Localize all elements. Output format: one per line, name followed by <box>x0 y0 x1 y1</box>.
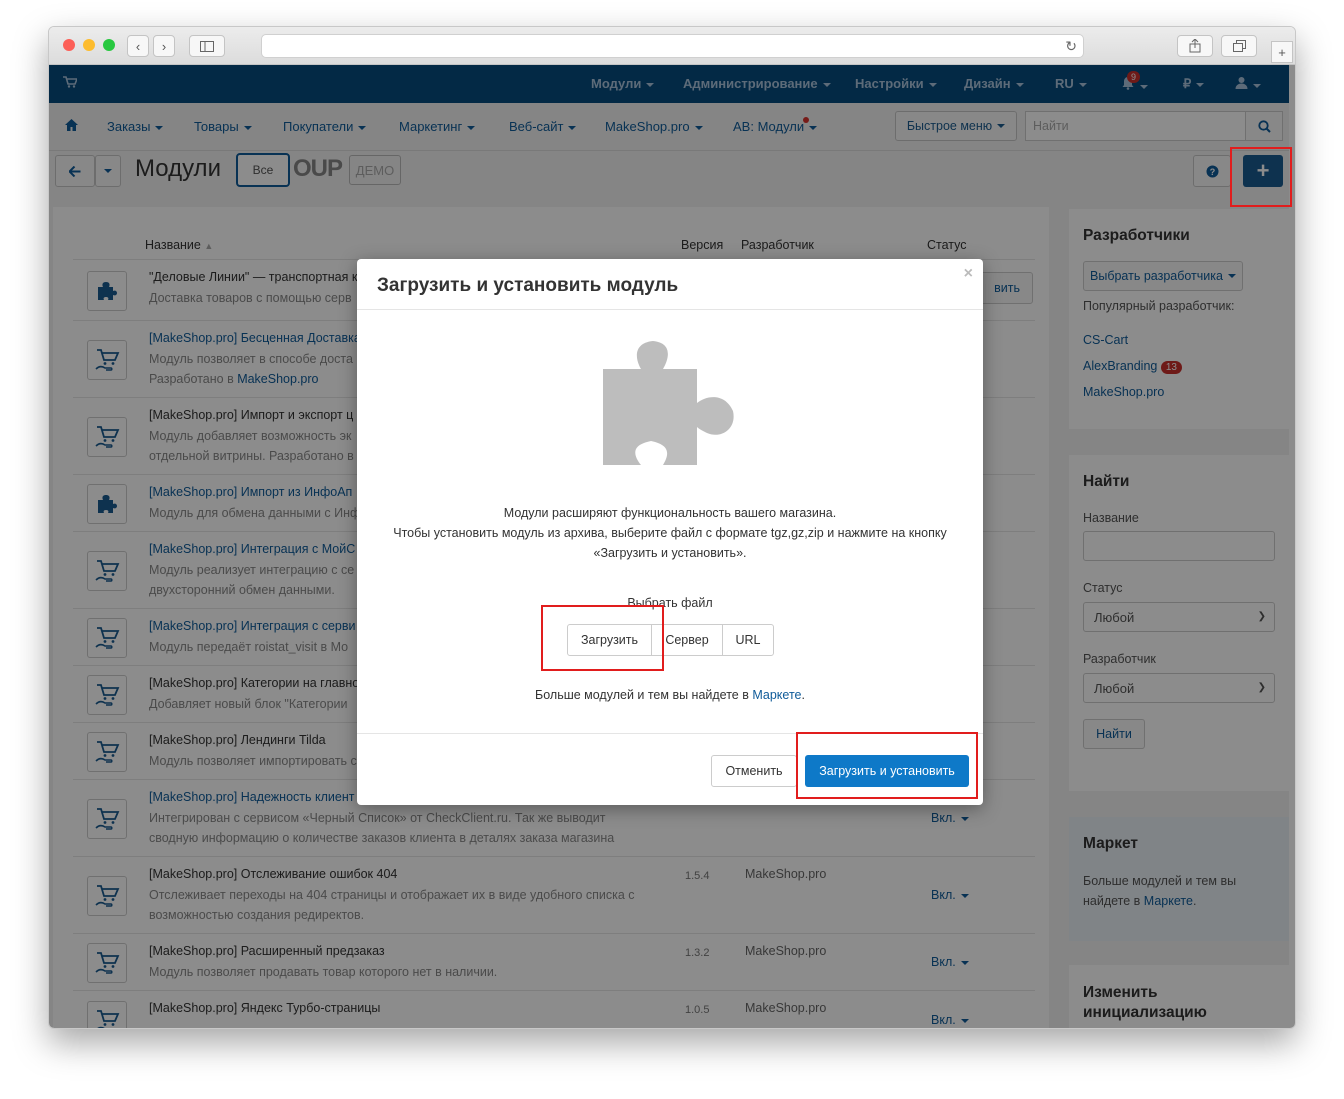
more-modules-text-label: Больше модулей и тем вы найдете в <box>535 688 753 702</box>
highlight-upload-button <box>541 605 664 671</box>
market-link-dialog[interactable]: Маркете <box>752 688 801 702</box>
reload-icon[interactable]: ↻ <box>1065 38 1077 55</box>
upload-url-button[interactable]: URL <box>722 624 774 656</box>
dialog-title: Загрузить и установить модуль <box>377 275 679 296</box>
sidebar-icon[interactable] <box>189 35 225 57</box>
cancel-button[interactable]: Отменить <box>711 755 797 787</box>
puzzle-icon <box>603 341 737 470</box>
browser-toolbar: ‹ › ↻ + <box>49 27 1295 65</box>
share-icon[interactable] <box>1177 35 1213 57</box>
minimize-window-dot[interactable] <box>83 39 95 51</box>
more-modules-text-end: . <box>801 688 805 702</box>
back-icon[interactable]: ‹ <box>127 35 149 57</box>
choose-file-label: Выбрать файл <box>627 596 713 610</box>
address-bar[interactable]: ↻ <box>261 34 1084 58</box>
zoom-window-dot[interactable] <box>103 39 115 51</box>
upload-module-dialog: Загрузить и установить модуль × Модули р… <box>357 259 983 805</box>
highlight-install-button <box>796 732 978 799</box>
more-modules-text: Больше модулей и тем вы найдете в Маркет… <box>357 685 983 705</box>
dialog-description-line1: Модули расширяют функциональность вашего… <box>503 506 837 520</box>
new-tab-icon[interactable]: + <box>1271 41 1293 63</box>
forward-icon[interactable]: › <box>153 35 175 57</box>
close-icon[interactable]: × <box>964 265 973 283</box>
close-window-dot[interactable] <box>63 39 75 51</box>
highlight-add-button <box>1230 147 1292 207</box>
dialog-header-divider <box>357 309 983 310</box>
dialog-description: Модули расширяют функциональность вашего… <box>357 503 983 563</box>
dialog-description-line3: «Загрузить и установить». <box>593 546 747 560</box>
dialog-description-line2: Чтобы установить модуль из архива, выбер… <box>393 526 947 540</box>
browser-window: ‹ › ↻ + Модули Администрирование Настрой… <box>48 26 1296 1029</box>
tabs-icon[interactable] <box>1221 35 1257 57</box>
